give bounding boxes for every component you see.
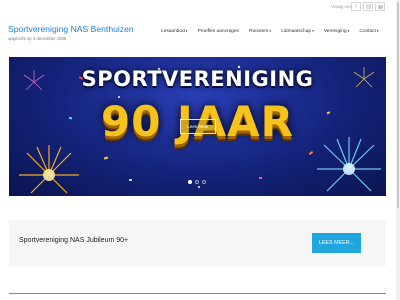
chevron-down-icon: ▾ xyxy=(185,29,188,33)
divider xyxy=(9,293,386,294)
nav-item-contact[interactable]: Contact▾ xyxy=(359,29,378,34)
nav-label: Vereniging xyxy=(323,29,347,34)
nav-label: Proefles aanvragen xyxy=(197,29,240,34)
carousel-dot[interactable] xyxy=(195,180,199,184)
jubileum-callout: Sportvereniging NAS Jubileum 90+ LEES ME… xyxy=(9,220,386,266)
carousel-dot[interactable] xyxy=(188,180,192,184)
nav-item-vereniging[interactable]: Vereniging▾ xyxy=(324,29,349,34)
nav-item-lesaanbod[interactable]: Lesaanbod▾ xyxy=(161,29,188,34)
nav-item-roosters[interactable]: Roosters▾ xyxy=(249,29,271,34)
site-subtitle: opgericht op 4 december 1935 xyxy=(8,36,67,41)
hero-read-more-button[interactable]: Lees Meer xyxy=(180,119,216,134)
instagram-icon[interactable] xyxy=(363,2,373,11)
chevron-down-icon: ▾ xyxy=(347,29,350,33)
lees-meer-button[interactable]: LEES MEER... xyxy=(312,233,361,253)
hero-carousel[interactable]: SPORTVERENIGING 90 JAAR Lees Meer xyxy=(9,57,386,196)
nav-label: Lidmaatschap xyxy=(281,29,312,34)
chevron-down-icon: ▾ xyxy=(376,29,379,33)
utility-bar: Vraag ons f xyxy=(0,0,396,14)
callout-text: Sportvereniging NAS Jubileum 90+ xyxy=(19,237,129,244)
nav-label: Roosters xyxy=(249,29,269,34)
nav-item-lidmaatschap[interactable]: Lidmaatschap▾ xyxy=(281,29,314,34)
carousel-dot[interactable] xyxy=(202,180,206,184)
nav-label: Contact xyxy=(359,29,376,34)
nav-item-proefles[interactable]: Proefles aanvragen xyxy=(198,29,240,34)
carousel-indicators xyxy=(188,180,209,184)
scrollbar-thumb[interactable] xyxy=(397,2,399,208)
site-title[interactable]: Sportvereniging NAS Benthuizen xyxy=(8,24,134,34)
nav-label: Lesaanbod xyxy=(161,29,185,34)
chevron-down-icon: ▾ xyxy=(269,29,272,33)
mail-icon[interactable] xyxy=(375,2,385,11)
chevron-down-icon: ▾ xyxy=(312,29,314,33)
hero-heading: SPORTVERENIGING xyxy=(81,67,314,91)
help-link[interactable]: Vraag ons xyxy=(331,4,352,9)
facebook-icon[interactable]: f xyxy=(351,2,361,11)
page: Vraag ons f Sportvereniging NAS Benthuiz… xyxy=(0,0,400,300)
main-nav: Lesaanbod▾ Proefles aanvragen Roosters▾ … xyxy=(161,29,389,34)
